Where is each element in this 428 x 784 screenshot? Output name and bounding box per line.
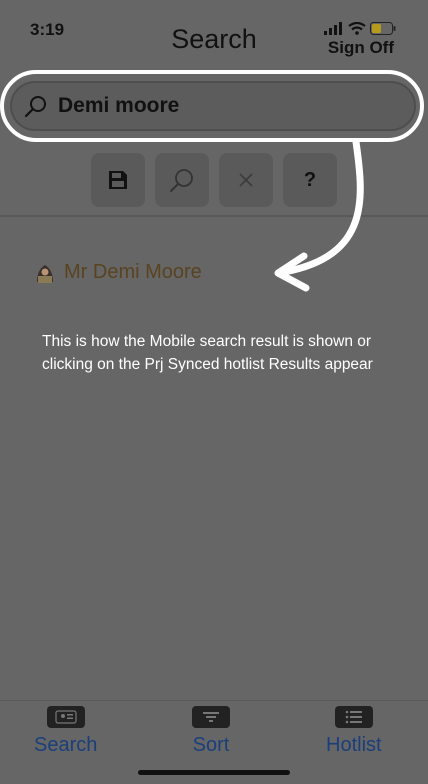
save-icon [109,171,127,189]
list-icon [334,706,373,728]
tab-sort[interactable]: Sort [192,706,230,757]
status-bar: 3:19 Search Sign Off [0,0,428,60]
result-item[interactable]: Mr Demi Moore [34,261,202,284]
id-card-icon [46,706,85,728]
tabbar-divider [0,700,428,701]
result-name: Mr Demi Moore [64,261,202,283]
tab-search-label: Search [34,734,98,756]
sort-icon [192,706,230,728]
tab-sort-label: Sort [192,734,230,756]
magnifier-icon [170,169,193,192]
home-indicator[interactable] [138,770,290,775]
annotation-arrow [274,138,364,292]
save-button[interactable] [91,153,145,207]
close-icon [239,173,253,187]
tab-hotlist[interactable]: Hotlist [326,706,382,757]
sign-off-button[interactable]: Sign Off [328,38,394,58]
person-avatar-icon [37,264,53,283]
tab-hotlist-label: Hotlist [326,734,382,756]
annotation-highlight-ring [0,70,424,142]
annotation-caption: This is how the Mobile search result is … [42,333,373,373]
search-button[interactable] [155,153,209,207]
tab-search[interactable]: Search [34,706,97,757]
